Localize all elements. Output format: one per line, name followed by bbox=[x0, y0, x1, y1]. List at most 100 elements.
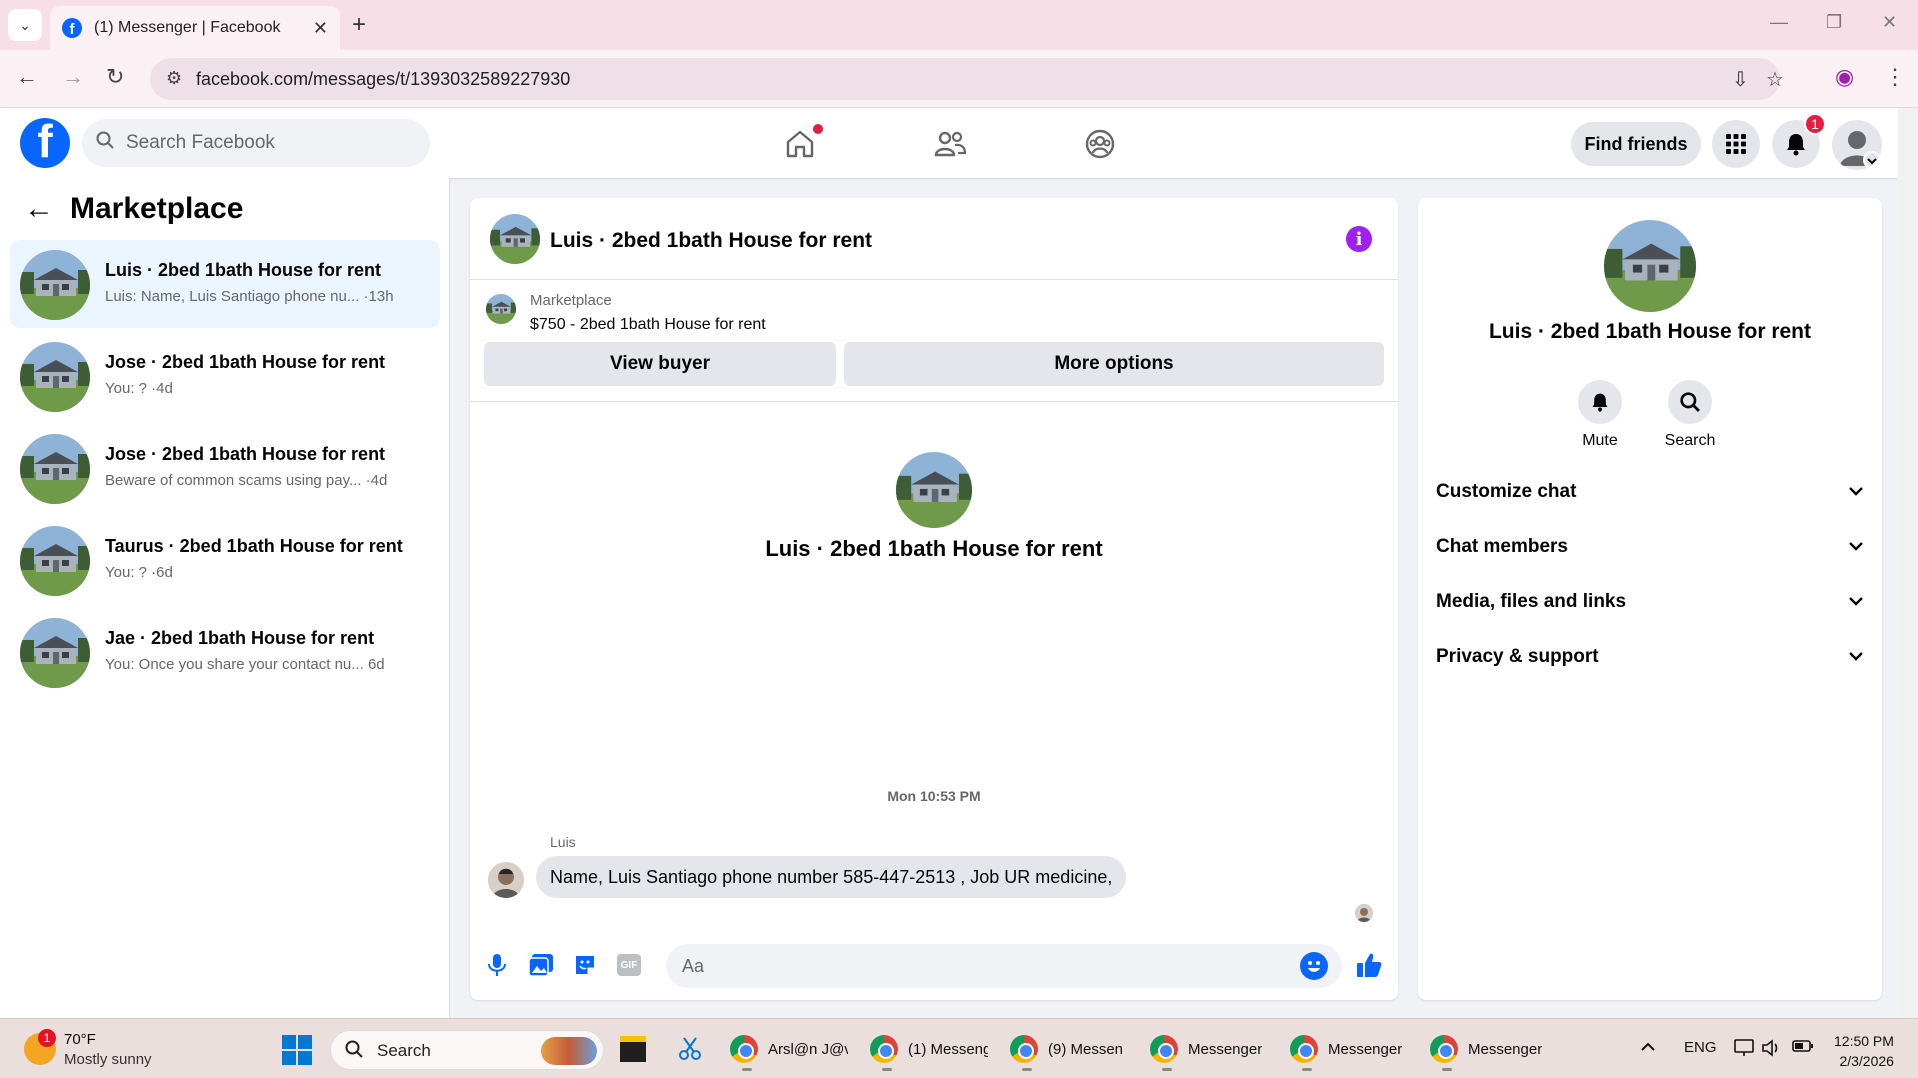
running-indicator bbox=[1302, 1068, 1312, 1071]
search-label: Search bbox=[1664, 432, 1716, 449]
taskbar-chrome-window[interactable]: (9) Messen bbox=[1010, 1029, 1128, 1071]
window-close-icon[interactable]: ✕ bbox=[1882, 12, 1897, 33]
install-app-icon[interactable]: ⇩ bbox=[1732, 67, 1749, 92]
info-icon[interactable]: i bbox=[1346, 226, 1372, 252]
message-sender-name: Luis bbox=[550, 834, 576, 850]
gif-icon[interactable]: GIF bbox=[614, 950, 644, 980]
privacy-support-row[interactable]: Privacy & support bbox=[1436, 633, 1864, 681]
conversation-item[interactable]: Taurus · 2bed 1bath House for rent You: ?… bbox=[10, 516, 440, 604]
system-clock[interactable]: 12:50 PM 2/3/2026 bbox=[1834, 1031, 1894, 1071]
bookmark-star-icon[interactable]: ☆ bbox=[1766, 67, 1784, 92]
sticker-icon[interactable] bbox=[570, 950, 600, 980]
chevron-down-icon bbox=[1848, 538, 1864, 556]
listing-title[interactable]: $750 - 2bed 1bath House for rent bbox=[530, 316, 766, 334]
taskbar-chrome-window[interactable]: Arsl@n J@v bbox=[730, 1029, 848, 1071]
taskbar-window-label: (1) Messeng bbox=[908, 1040, 988, 1058]
mute-action[interactable]: Mute bbox=[1560, 380, 1640, 450]
search-magnifier-icon[interactable] bbox=[1668, 380, 1712, 424]
taskbar-search-label: Search bbox=[377, 1041, 431, 1060]
reload-icon[interactable]: ↻ bbox=[106, 64, 124, 90]
groups-nav-icon[interactable] bbox=[1070, 122, 1130, 166]
restore-icon[interactable]: ❐ bbox=[1826, 12, 1842, 33]
running-indicator bbox=[1022, 1068, 1032, 1071]
message-input-field[interactable] bbox=[666, 944, 1342, 988]
tab-title: (1) Messenger | Facebook bbox=[94, 19, 281, 36]
battery-icon[interactable] bbox=[1792, 1039, 1814, 1057]
volume-icon[interactable] bbox=[1762, 1039, 1782, 1061]
browser-menu-icon[interactable]: ⋮ bbox=[1884, 64, 1906, 90]
browser-tabstrip: ⌄ f (1) Messenger | Facebook ✕ + — ❐ ✕ bbox=[0, 0, 1918, 50]
chat-details-panel: Luis · 2bed 1bath House for rent Mute Se… bbox=[1418, 198, 1882, 1000]
conversation-time: ·4d bbox=[365, 472, 388, 489]
conversation-item[interactable]: Jose · 2bed 1bath House for rent Beware o… bbox=[10, 424, 440, 512]
media-files-links-row[interactable]: Media, files and links bbox=[1436, 578, 1864, 626]
media-files-links-label: Media, files and links bbox=[1436, 591, 1627, 612]
running-indicator bbox=[742, 1068, 752, 1071]
menu-grid-icon[interactable] bbox=[1712, 120, 1760, 168]
chat-hero-name: Luis · 2bed 1bath House for rent bbox=[765, 536, 1103, 561]
taskbar-chrome-window[interactable]: Messenger bbox=[1150, 1029, 1268, 1071]
taskbar-chrome-window[interactable]: Messenger bbox=[1290, 1029, 1408, 1071]
language-indicator[interactable]: ENG bbox=[1684, 1039, 1717, 1056]
account-avatar[interactable] bbox=[1832, 120, 1882, 170]
tab-search-chevron-icon[interactable]: ⌄ bbox=[8, 9, 42, 41]
windows-start-icon[interactable] bbox=[282, 1035, 312, 1065]
tray-overflow-chevron-icon[interactable] bbox=[1640, 1039, 1656, 1056]
conversation-thumbnail bbox=[20, 618, 90, 688]
back-icon[interactable]: ← bbox=[16, 64, 38, 90]
mute-bell-icon[interactable] bbox=[1578, 380, 1622, 424]
conversation-preview-text: You: ? bbox=[105, 380, 147, 397]
forward-icon[interactable]: → bbox=[62, 64, 84, 90]
address-url[interactable]: facebook.com/messages/t/1393032589227930 bbox=[196, 69, 570, 90]
message-input[interactable] bbox=[682, 944, 1282, 988]
privacy-support-label: Privacy & support bbox=[1436, 646, 1599, 667]
taskbar-window-label: Arsl@n J@v bbox=[768, 1040, 848, 1058]
search-input[interactable] bbox=[126, 119, 416, 167]
page-scrollbar[interactable] bbox=[1898, 108, 1918, 1018]
customize-chat-row[interactable]: Customize chat bbox=[1436, 468, 1864, 516]
conversation-preview: You: ? ·6d bbox=[105, 564, 173, 581]
network-icon[interactable] bbox=[1734, 1039, 1754, 1061]
tab-close-icon[interactable]: ✕ bbox=[313, 18, 328, 39]
conversation-item[interactable]: Jae · 2bed 1bath House for rent You: Once… bbox=[10, 608, 440, 696]
view-buyer-button[interactable]: View buyer bbox=[484, 342, 836, 386]
emoji-icon[interactable] bbox=[1300, 952, 1328, 980]
browser-tab-active[interactable]: f (1) Messenger | Facebook ✕ bbox=[50, 6, 340, 50]
taskbar-chrome-window[interactable]: (1) Messeng bbox=[870, 1029, 988, 1071]
conversation-preview: You: ? ·4d bbox=[105, 380, 173, 397]
conversation-time: ·6d bbox=[151, 564, 173, 581]
chevron-down-icon bbox=[1848, 483, 1864, 501]
details-avatar[interactable] bbox=[1604, 220, 1696, 312]
listing-thumbnail[interactable] bbox=[486, 294, 516, 324]
running-indicator bbox=[1442, 1068, 1452, 1071]
photo-attach-icon[interactable] bbox=[526, 950, 556, 980]
facebook-logo[interactable]: f bbox=[20, 118, 70, 168]
address-bar[interactable]: ⚙ facebook.com/messages/t/13930325892279… bbox=[150, 58, 1784, 100]
taskbar-chrome-window[interactable]: Messenger bbox=[1430, 1029, 1548, 1071]
microphone-icon[interactable] bbox=[482, 950, 512, 980]
more-options-button[interactable]: More options bbox=[844, 342, 1384, 386]
weather-temp: 70°F bbox=[64, 1031, 96, 1048]
thumbs-up-icon[interactable] bbox=[1354, 950, 1384, 980]
sender-avatar[interactable] bbox=[488, 862, 524, 898]
site-info-icon[interactable]: ⚙ bbox=[166, 68, 182, 89]
taskbar-search[interactable]: Search bbox=[330, 1030, 604, 1070]
message-bubble[interactable]: Name, Luis Santiago phone number 585-447… bbox=[536, 856, 1127, 898]
minimize-icon[interactable]: — bbox=[1770, 12, 1788, 33]
friends-nav-icon[interactable] bbox=[920, 122, 980, 166]
new-tab-icon[interactable]: + bbox=[352, 11, 366, 39]
chat-avatar[interactable] bbox=[490, 214, 540, 264]
snipping-tool-icon[interactable] bbox=[676, 1029, 704, 1069]
sticky-notes-icon[interactable] bbox=[620, 1029, 646, 1069]
taskbar-window-label: Messenger bbox=[1328, 1040, 1403, 1058]
search-action[interactable]: Search bbox=[1650, 380, 1730, 450]
facebook-search[interactable] bbox=[82, 119, 430, 167]
conversation-item[interactable]: Jose · 2bed 1bath House for rent You: ? ·… bbox=[10, 332, 440, 420]
profile-icon[interactable]: ◉ bbox=[1835, 64, 1854, 90]
find-friends-button[interactable]: Find friends bbox=[1571, 122, 1701, 166]
chat-title[interactable]: Luis · 2bed 1bath House for rent bbox=[550, 229, 872, 253]
back-arrow-icon[interactable]: ← bbox=[24, 192, 54, 226]
conversation-item[interactable]: Luis · 2bed 1bath House for rent Luis: Na… bbox=[10, 240, 440, 328]
chat-members-row[interactable]: Chat members bbox=[1436, 523, 1864, 571]
conversation-preview-text: You: ? bbox=[105, 564, 147, 581]
